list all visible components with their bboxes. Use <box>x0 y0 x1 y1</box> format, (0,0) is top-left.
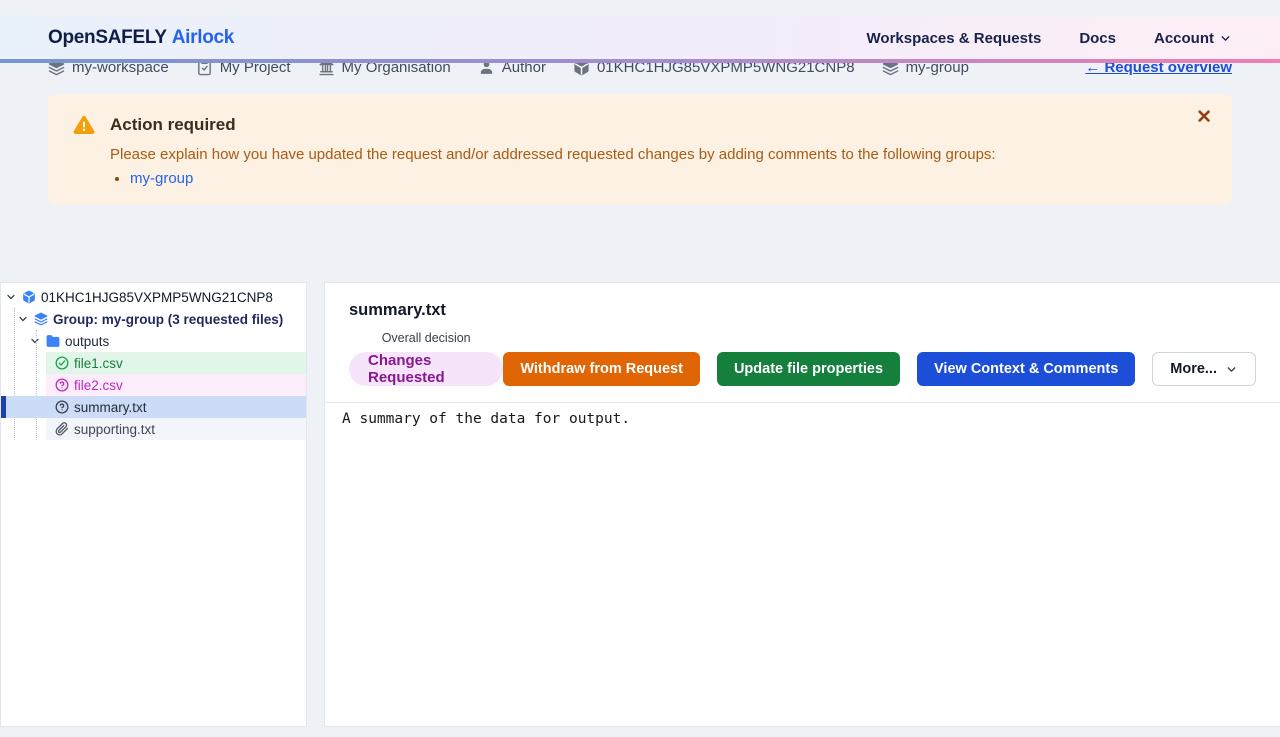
file-view-panel: summary.txt Overall decision Changes Req… <box>324 282 1280 727</box>
layers-icon <box>34 312 48 326</box>
tree-file-label: supporting.txt <box>74 422 155 437</box>
logo-airlock: Airlock <box>172 27 234 48</box>
logo-opensafely: OpenSAFELY <box>48 27 167 48</box>
file-action-buttons: Withdraw from Request Update file proper… <box>503 352 1256 386</box>
top-navbar: OpenSAFELYAirlock Workspaces & Requests … <box>0 17 1280 63</box>
tree-file-file1[interactable]: file1.csv <box>46 352 306 374</box>
paperclip-icon <box>55 422 69 436</box>
update-file-properties-button[interactable]: Update file properties <box>717 352 900 386</box>
file-content-text: A summary of the data for output. <box>325 403 1280 435</box>
help-circle-icon <box>55 378 69 392</box>
header-accent-bar <box>0 59 1280 63</box>
app-logo[interactable]: OpenSAFELYAirlock <box>48 27 234 49</box>
nav-workspaces-requests[interactable]: Workspaces & Requests <box>867 30 1042 47</box>
file-title: summary.txt <box>349 301 1256 320</box>
check-circle-icon <box>55 356 69 370</box>
chevron-down-icon <box>1219 32 1232 45</box>
alert-group-list: my-group <box>110 170 1208 187</box>
tree-file-file2[interactable]: file2.csv <box>46 374 306 396</box>
tree-guide-line <box>36 330 37 440</box>
alert-group-link[interactable]: my-group <box>130 170 193 187</box>
alert-title: Action required <box>110 115 236 135</box>
chevron-down-icon <box>17 313 29 325</box>
list-item: my-group <box>130 170 1208 187</box>
tree-file-label: file1.csv <box>74 356 123 371</box>
view-context-comments-button[interactable]: View Context & Comments <box>917 352 1135 386</box>
tree-guide-line <box>14 308 15 440</box>
withdraw-from-request-button[interactable]: Withdraw from Request <box>503 352 700 386</box>
chevron-down-icon <box>5 291 17 303</box>
chevron-down-icon <box>1225 363 1238 376</box>
tree-node-label: outputs <box>65 334 109 349</box>
tree-node-request-id[interactable]: 01KHC1HJG85VXPMP5WNG21CNP8 <box>1 286 306 308</box>
folder-icon <box>46 334 60 348</box>
tree-node-label: Group: my-group (3 requested files) <box>53 312 283 327</box>
chevron-down-icon <box>29 335 41 347</box>
decision-value-badge: Changes Requested <box>349 352 503 386</box>
file-tree-panel: 01KHC1HJG85VXPMP5WNG21CNP8 Group: my-gro… <box>0 282 307 727</box>
tree-file-summary-selected[interactable]: summary.txt <box>1 396 306 418</box>
decision-label: Overall decision <box>382 331 471 345</box>
more-menu-button[interactable]: More... <box>1152 352 1256 386</box>
nav-account-menu[interactable]: Account <box>1154 30 1232 47</box>
tree-node-label: 01KHC1HJG85VXPMP5WNG21CNP8 <box>41 290 273 305</box>
top-navigation: Workspaces & Requests Docs Account <box>867 30 1232 47</box>
cube-icon <box>22 290 36 304</box>
close-icon[interactable]: ✕ <box>1190 102 1218 133</box>
file-view-header: summary.txt Overall decision Changes Req… <box>325 283 1280 403</box>
warning-triangle-icon <box>72 113 96 137</box>
help-circle-icon <box>55 400 69 414</box>
tree-node-group[interactable]: Group: my-group (3 requested files) <box>1 308 306 330</box>
action-required-alert: Action required Please explain how you h… <box>48 94 1232 205</box>
tree-file-label: summary.txt <box>74 400 147 415</box>
nav-docs[interactable]: Docs <box>1079 30 1116 47</box>
file-content-area: A summary of the data for output. <box>325 403 1280 435</box>
tree-file-supporting[interactable]: supporting.txt <box>46 418 306 440</box>
overall-decision: Overall decision Changes Requested <box>349 331 503 386</box>
tree-node-outputs-folder[interactable]: outputs <box>1 330 306 352</box>
tree-file-label: file2.csv <box>74 378 123 393</box>
alert-message: Please explain how you have updated the … <box>110 146 1208 163</box>
